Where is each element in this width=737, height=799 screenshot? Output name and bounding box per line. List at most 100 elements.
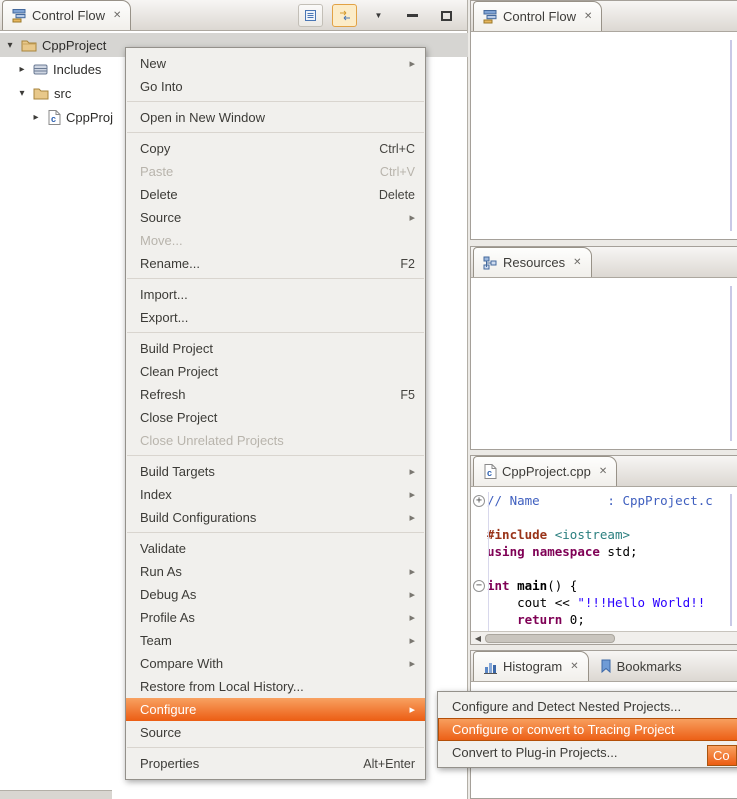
menu-item-validate[interactable]: Validate	[126, 537, 425, 560]
menu-item-compare-with[interactable]: Compare With▸	[126, 652, 425, 675]
maximize-icon	[441, 11, 452, 21]
minimize-button[interactable]	[400, 4, 425, 27]
menu-item-clean-project[interactable]: Clean Project	[126, 360, 425, 383]
control-flow-right-view: Control Flow ✕	[470, 0, 737, 240]
minimize-icon	[407, 14, 418, 17]
code-line-1[interactable]: +// Name : CppProject.c	[471, 492, 737, 509]
fold-collapse-icon[interactable]: −	[473, 580, 485, 592]
menu-item-label: New	[140, 56, 401, 71]
submenu-arrow-icon: ▸	[409, 465, 415, 478]
code-line-2[interactable]	[471, 509, 737, 526]
tab-resources[interactable]: Resources ✕	[473, 247, 592, 277]
c-file-icon: c	[483, 464, 497, 479]
menu-item-new[interactable]: New▸	[126, 52, 425, 75]
menu-item-paste: PasteCtrl+V	[126, 160, 425, 183]
scrollbar-thumb[interactable]	[485, 634, 615, 643]
fold-gutter[interactable]: +	[471, 492, 487, 509]
close-icon[interactable]: ✕	[113, 10, 121, 21]
tab-histogram[interactable]: Histogram ✕	[473, 651, 589, 681]
menu-item-profile-as[interactable]: Profile As▸	[126, 606, 425, 629]
menu-item-label: Open in New Window	[140, 110, 415, 125]
overview-ruler[interactable]	[730, 494, 732, 626]
menu-item-delete[interactable]: DeleteDelete	[126, 183, 425, 206]
partial-highlight-fragment[interactable]: Co	[707, 745, 737, 766]
histogram-icon	[483, 660, 498, 674]
code-token: cout <<	[487, 595, 577, 610]
menu-item-convert-to-plug-in-projects[interactable]: Convert to Plug-in Projects...	[438, 741, 737, 764]
menu-separator	[127, 455, 424, 456]
code-text: // Name : CppProject.c	[487, 493, 713, 508]
menu-item-index[interactable]: Index▸	[126, 483, 425, 506]
menu-item-team[interactable]: Team▸	[126, 629, 425, 652]
menu-item-copy[interactable]: CopyCtrl+C	[126, 137, 425, 160]
code-line-6[interactable]: −int main() {	[471, 577, 737, 594]
menu-item-label: Source	[140, 725, 415, 740]
menu-item-properties[interactable]: PropertiesAlt+Enter	[126, 752, 425, 775]
fold-expand-icon[interactable]: +	[473, 495, 485, 507]
menu-item-rename[interactable]: Rename...F2	[126, 252, 425, 275]
code-text: using namespace std;	[487, 544, 638, 559]
collapse-all-button[interactable]	[298, 4, 323, 27]
code-line-5[interactable]	[471, 560, 737, 577]
fold-gutter	[471, 560, 487, 577]
tab-bookmarks[interactable]: Bookmarks	[591, 651, 691, 681]
scrollbar-track[interactable]	[730, 40, 732, 231]
expander-expanded-icon[interactable]: ▾	[16, 88, 28, 99]
menu-item-label: Team	[140, 633, 401, 648]
menu-item-build-project[interactable]: Build Project	[126, 337, 425, 360]
tab-cppproject-cpp[interactable]: c CppProject.cpp ✕	[473, 456, 617, 486]
menu-item-debug-as[interactable]: Debug As▸	[126, 583, 425, 606]
menu-item-label: Paste	[140, 164, 370, 179]
expander-collapsed-icon[interactable]: ▸	[30, 112, 42, 123]
tab-control-flow-left[interactable]: Control Flow ✕	[2, 0, 131, 30]
close-icon[interactable]: ✕	[599, 466, 607, 477]
menu-item-go-into[interactable]: Go Into	[126, 75, 425, 98]
menu-item-label: Run As	[140, 564, 401, 579]
scrollbar-track[interactable]	[730, 286, 732, 441]
link-with-editor-button[interactable]	[332, 4, 357, 27]
code-line-3[interactable]: #include <iostream>	[471, 526, 737, 543]
menu-item-restore-from-local-history[interactable]: Restore from Local History...	[126, 675, 425, 698]
menu-item-export[interactable]: Export...	[126, 306, 425, 329]
menu-item-label: Clean Project	[140, 364, 415, 379]
code-token: "!!!Hello World!!	[577, 595, 705, 610]
menu-item-configure[interactable]: Configure▸	[126, 698, 425, 721]
horizontal-scrollbar[interactable]: ◀	[471, 631, 737, 644]
close-icon[interactable]: ✕	[570, 661, 578, 672]
view-menu-button[interactable]: ▼	[366, 4, 391, 27]
bookmarks-icon	[600, 659, 612, 673]
code-line-7[interactable]: cout << "!!!Hello World!!	[471, 594, 737, 611]
menu-item-configure-and-detect-nested-projects[interactable]: Configure and Detect Nested Projects...	[438, 695, 737, 718]
menu-item-build-configurations[interactable]: Build Configurations▸	[126, 506, 425, 529]
fold-gutter[interactable]: −	[471, 577, 487, 594]
maximize-button[interactable]	[434, 4, 459, 27]
menu-item-configure-or-convert-to-tracing-project[interactable]: Configure or convert to Tracing Project	[438, 718, 737, 741]
menu-item-open-in-new-window[interactable]: Open in New Window	[126, 106, 425, 129]
tab-label: Histogram	[503, 659, 562, 674]
resources-tabbar: Resources ✕	[471, 247, 737, 278]
tab-label: Resources	[503, 255, 565, 270]
menu-item-import[interactable]: Import...	[126, 283, 425, 306]
menu-item-run-as[interactable]: Run As▸	[126, 560, 425, 583]
expander-collapsed-icon[interactable]: ▸	[16, 64, 28, 75]
expander-expanded-icon[interactable]: ▾	[4, 40, 16, 51]
tab-control-flow-right[interactable]: Control Flow ✕	[473, 1, 602, 31]
code-area[interactable]: +// Name : CppProject.c #include <iostrea…	[471, 487, 737, 631]
close-icon[interactable]: ✕	[573, 257, 581, 268]
menu-item-shortcut: F2	[400, 257, 415, 271]
code-line-4[interactable]: using namespace std;	[471, 543, 737, 560]
menu-item-label: Export...	[140, 310, 415, 325]
code-line-8[interactable]: return 0;	[471, 611, 737, 628]
menu-item-label: Move...	[140, 233, 415, 248]
left-tabbar: Control Flow ✕ ▼	[0, 0, 467, 31]
menu-separator	[127, 132, 424, 133]
menu-item-source[interactable]: Source▸	[126, 206, 425, 229]
scroll-left-icon[interactable]: ◀	[471, 634, 485, 643]
menu-item-move: Move...	[126, 229, 425, 252]
menu-item-close-project[interactable]: Close Project	[126, 406, 425, 429]
resources-content	[471, 278, 737, 449]
menu-item-refresh[interactable]: RefreshF5	[126, 383, 425, 406]
close-icon[interactable]: ✕	[584, 11, 592, 22]
menu-item-source-2[interactable]: Source	[126, 721, 425, 744]
menu-item-build-targets[interactable]: Build Targets▸	[126, 460, 425, 483]
